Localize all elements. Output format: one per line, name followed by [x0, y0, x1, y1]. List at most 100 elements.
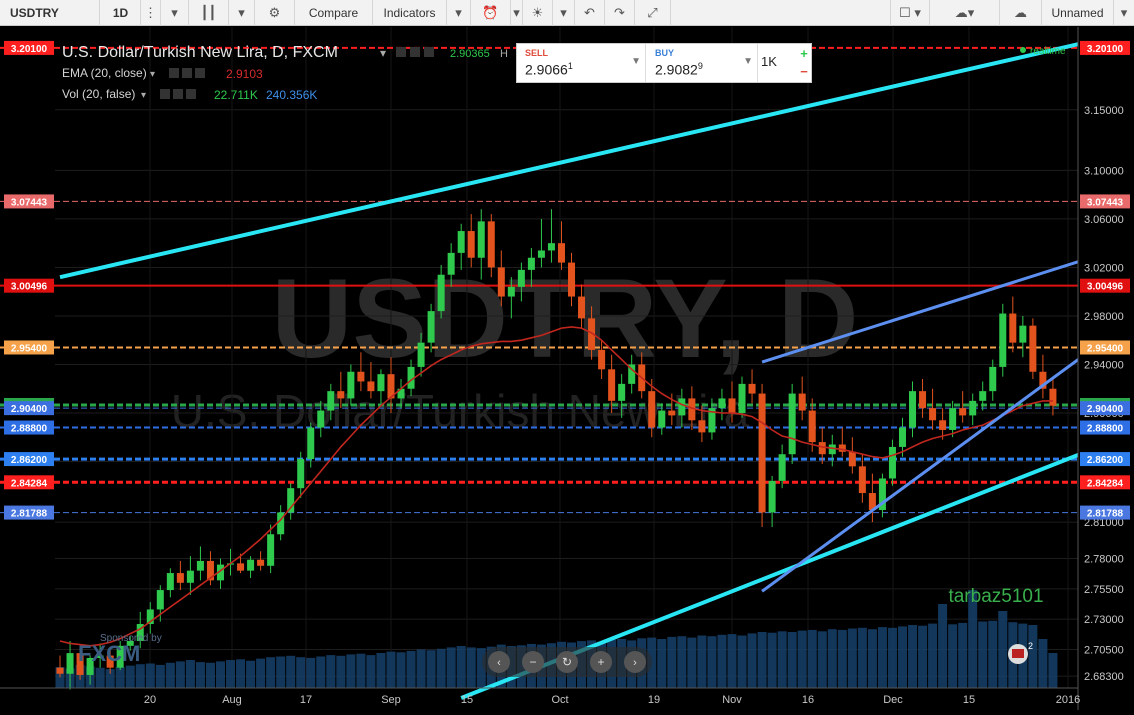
candle-body: [818, 442, 826, 455]
chart-area[interactable]: USDTRY, D U.S. Dollar/Turkish New Lira 3…: [0, 27, 1134, 710]
candle-body: [477, 221, 485, 258]
candle-body: [989, 366, 997, 392]
volume-bar: [908, 625, 918, 688]
close-icon[interactable]: [195, 68, 205, 78]
chevron-down-icon[interactable]: ▾: [447, 0, 471, 26]
chevron-down-icon[interactable]: ▾: [229, 0, 255, 26]
volume-bar: [155, 664, 165, 688]
x-tick-label: Dec: [883, 694, 903, 706]
price-chart[interactable]: USDTRY, D U.S. Dollar/Turkish New Lira 3…: [0, 27, 1134, 710]
chevron-down-icon[interactable]: ▼: [631, 56, 641, 67]
candle-body: [678, 398, 686, 416]
candles-icon[interactable]: ┃┃: [189, 0, 229, 26]
gear-icon[interactable]: ⚙: [255, 0, 295, 26]
volume-bar: [827, 629, 837, 688]
price-line-axis-label: 3.07443: [1087, 197, 1124, 208]
price-line-axis-label: 2.81788: [1087, 509, 1124, 520]
volume-bar: [446, 647, 456, 688]
redo-icon[interactable]: ↷: [605, 0, 635, 26]
x-tick-label: Oct: [551, 694, 568, 706]
cloud-save-icon[interactable]: ☁: [1000, 0, 1042, 26]
volume-bar: [396, 652, 406, 688]
compare-button[interactable]: Compare: [295, 0, 373, 26]
candle-body: [698, 420, 706, 433]
volume-bar: [867, 629, 877, 688]
chevron-down-icon[interactable]: ▾: [161, 0, 189, 26]
navigation-controls: ‹ − ↻ + ›: [482, 647, 652, 677]
candle-body: [166, 573, 174, 591]
volume-bar: [737, 635, 747, 688]
volume-bar: [135, 664, 145, 688]
volume-bar: [1048, 653, 1058, 688]
volume-bar: [386, 651, 396, 688]
candle-body: [347, 371, 355, 399]
chevron-down-icon[interactable]: ▾: [1114, 0, 1134, 26]
quantity-field[interactable]: 1K: [761, 54, 777, 69]
plus-button[interactable]: +: [797, 46, 811, 61]
alert-icon[interactable]: ⏰: [471, 0, 511, 26]
eye-icon[interactable]: [396, 47, 406, 57]
price-line-tag-label: 3.00496: [11, 282, 48, 293]
gear-icon[interactable]: [182, 68, 192, 78]
volume-bar: [918, 625, 928, 688]
x-tick-label: 17: [300, 694, 312, 706]
candle-body: [317, 410, 325, 428]
close-icon[interactable]: [186, 89, 196, 99]
gear-icon[interactable]: [173, 89, 183, 99]
volume-bar: [797, 630, 807, 688]
layout-name[interactable]: Unnamed: [1042, 0, 1114, 26]
cloud-load-icon[interactable]: ☁▾: [930, 0, 1000, 26]
fullscreen-icon[interactable]: ⤢: [635, 0, 671, 26]
symbol-field[interactable]: USDTRY: [0, 0, 100, 26]
volume-bar: [436, 648, 446, 688]
undo-icon[interactable]: ↶: [575, 0, 605, 26]
volume-bar: [185, 660, 195, 688]
candle-body: [939, 420, 947, 430]
chevron-down-icon: ▾: [380, 46, 386, 60]
interval-button[interactable]: 1D: [101, 0, 141, 26]
ohlc-prefix: H: [500, 48, 508, 60]
minus-button[interactable]: −: [797, 64, 811, 79]
volume-bar: [366, 655, 376, 688]
candle-body: [297, 459, 305, 489]
volume-bar: [326, 655, 336, 688]
volume-bar: [807, 629, 817, 688]
gear-icon[interactable]: [410, 47, 420, 57]
candle-body: [768, 480, 776, 513]
chevron-down-icon[interactable]: ▾: [511, 0, 523, 26]
candle-body: [437, 274, 445, 312]
candle-body: [909, 391, 917, 428]
y-tick-label: 3.15000: [1084, 105, 1124, 117]
volume-bar: [276, 656, 286, 688]
interval-menu-icon[interactable]: ⋮: [141, 0, 161, 26]
watermark-symbol: USDTRY, D: [271, 256, 858, 381]
candle-body: [618, 383, 626, 401]
volume-bar: [376, 653, 386, 688]
indicators-button[interactable]: Indicators: [373, 0, 447, 26]
volume-bar: [356, 653, 366, 688]
sell-button[interactable]: SELL 2.90661 ▼: [517, 44, 646, 82]
chevron-down-icon[interactable]: ▾: [553, 0, 575, 26]
legend-title: U.S. Dollar/Turkish New Lira, D, FXCM: [62, 44, 338, 61]
eye-icon[interactable]: [169, 68, 179, 78]
volume-bar: [115, 667, 125, 688]
bulb-icon[interactable]: ☀: [523, 0, 553, 26]
candle-body: [186, 570, 194, 583]
candle-body: [427, 311, 435, 343]
eye-icon[interactable]: [160, 89, 170, 99]
buy-label: BUY: [655, 48, 675, 58]
volume-bar: [767, 632, 777, 688]
y-tick-label: 2.73000: [1084, 614, 1124, 626]
price-line-axis-label: 3.20100: [1087, 44, 1124, 55]
volume-bar: [95, 667, 105, 688]
close-icon[interactable]: [424, 47, 434, 57]
layout-icon[interactable]: ☐ ▾: [890, 0, 930, 26]
candle-body: [578, 296, 586, 319]
event-count-badge: 2: [1028, 641, 1033, 651]
candle-body: [919, 391, 927, 409]
candle-body: [608, 369, 616, 401]
candle-body: [357, 371, 365, 382]
chevron-down-icon[interactable]: ▼: [743, 56, 753, 67]
candle-body: [949, 408, 957, 430]
buy-button[interactable]: BUY 2.90829 ▼: [647, 44, 758, 82]
